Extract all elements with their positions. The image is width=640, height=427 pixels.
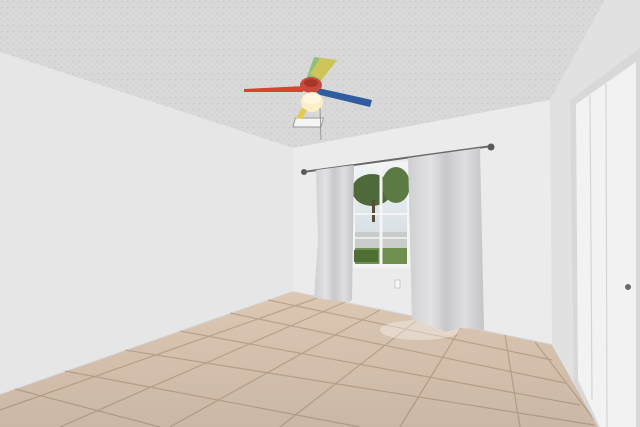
curtain-left: [314, 165, 354, 302]
closet-knob: [625, 284, 631, 290]
room-illustration: [0, 0, 640, 427]
air-vent: [292, 117, 325, 128]
curtain-rod-finial-left: [301, 169, 307, 175]
window: [352, 162, 410, 268]
curtain-rod-finial-right: [487, 143, 495, 151]
closet-door: [570, 48, 640, 427]
empty-room-photo: [0, 0, 640, 427]
curtain-right: [408, 148, 484, 332]
wall-outlet: [394, 279, 401, 289]
